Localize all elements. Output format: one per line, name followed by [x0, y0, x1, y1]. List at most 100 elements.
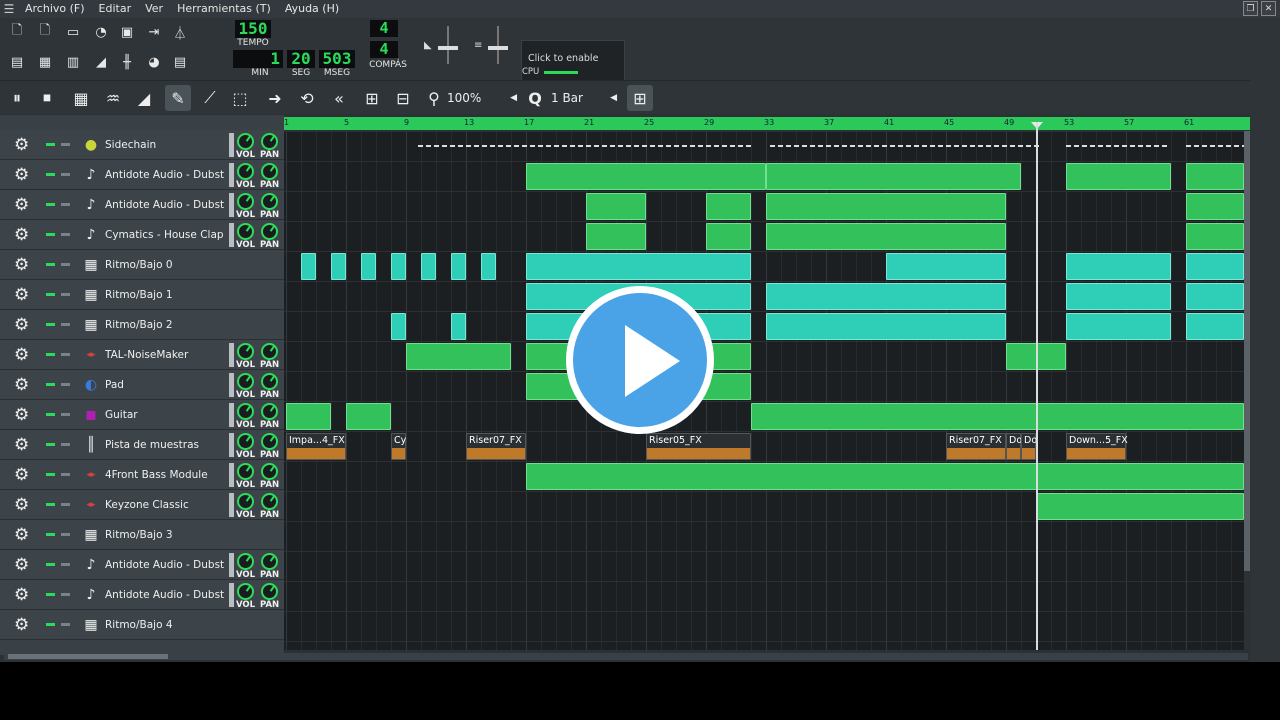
track-row[interactable]: ⚙ ▪ Guitar VOL PAN — [0, 400, 284, 430]
midi-pattern-clip[interactable] — [751, 403, 1244, 430]
close-icon[interactable]: ✕ — [1261, 1, 1276, 16]
solo-toggle[interactable] — [61, 473, 70, 476]
gear-icon[interactable]: ⚙ — [14, 526, 32, 544]
track-name[interactable]: Ritmo/Bajo 2 — [105, 310, 225, 340]
track-row[interactable]: ⚙ ♪ Antidote Audio - Dubst... VOL PAN — [0, 190, 284, 220]
midi-pattern-clip[interactable] — [766, 223, 1006, 250]
automation-editor-icon[interactable]: ◢ — [90, 51, 112, 73]
solo-toggle[interactable] — [61, 173, 70, 176]
midi-pattern-clip[interactable] — [526, 163, 766, 190]
gear-icon[interactable]: ⚙ — [14, 196, 32, 214]
playhead[interactable] — [1036, 122, 1038, 650]
solo-toggle[interactable] — [61, 203, 70, 206]
audio-sample-clip[interactable]: Riser05_FX — [646, 433, 751, 460]
midi-pattern-clip[interactable] — [1066, 163, 1171, 190]
midi-pattern-clip[interactable] — [286, 403, 331, 430]
menu-herramientas[interactable]: Herramientas (T) — [170, 0, 278, 18]
beat-pattern-clip[interactable] — [391, 253, 406, 280]
pan-knob[interactable] — [261, 553, 278, 570]
beat-pattern-clip[interactable] — [766, 283, 1006, 310]
volume-knob[interactable] — [237, 583, 254, 600]
track-row[interactable]: ⚙ ♪ Cymatics - House Clap 3 VOL PAN — [0, 220, 284, 250]
solo-toggle[interactable] — [61, 233, 70, 236]
insert-bar-icon[interactable]: ⊞ — [359, 85, 385, 111]
beat-pattern-clip[interactable] — [301, 253, 316, 280]
scroll-thumb[interactable] — [8, 654, 168, 659]
track-row[interactable]: ⚙ ♪ Antidote Audio - Dubst... VOL PAN — [0, 550, 284, 580]
pan-knob[interactable] — [261, 433, 278, 450]
metronome-icon[interactable]: ⏃ — [169, 21, 191, 43]
track-row[interactable]: ⚙ ◂▸ 4Front Bass Module VOL PAN — [0, 460, 284, 490]
mute-toggle[interactable] — [46, 323, 55, 326]
volume-knob[interactable] — [237, 193, 254, 210]
timeline-ruler[interactable]: 1 5 9 13 17 21 25 29 33 37 41 45 49 53 57 61 — [284, 117, 1250, 130]
solo-toggle[interactable] — [61, 383, 70, 386]
mute-toggle[interactable] — [46, 503, 55, 506]
track-name[interactable]: Antidote Audio - Dubst... — [105, 550, 225, 580]
new-project-icon[interactable]: 🗋 — [6, 21, 28, 43]
mute-toggle[interactable] — [46, 443, 55, 446]
track-name[interactable]: 4Front Bass Module — [105, 460, 225, 490]
gear-icon[interactable]: ⚙ — [14, 226, 32, 244]
pan-knob[interactable] — [261, 493, 278, 510]
track-name[interactable]: Ritmo/Bajo 1 — [105, 280, 225, 310]
volume-knob[interactable] — [237, 553, 254, 570]
audio-sample-clip[interactable]: Riser07_FX — [466, 433, 526, 460]
knife-mode-icon[interactable]: ⟋ — [197, 85, 223, 111]
loop-points-icon[interactable]: ⟲ — [294, 85, 320, 111]
midi-pattern-clip[interactable] — [766, 163, 1021, 190]
new-from-template-icon[interactable]: 🗋 — [34, 21, 56, 43]
snap-options-icon[interactable]: ⊞ — [627, 85, 653, 111]
track-name[interactable]: Antidote Audio - Dubst... — [105, 190, 225, 220]
midi-pattern-clip[interactable] — [406, 343, 511, 370]
auto-scroll-icon[interactable]: ➜ — [262, 85, 288, 111]
mute-toggle[interactable] — [46, 263, 55, 266]
solo-toggle[interactable] — [61, 323, 70, 326]
solo-toggle[interactable] — [61, 593, 70, 596]
track-name[interactable]: Cymatics - House Clap 3 — [105, 220, 225, 250]
gear-icon[interactable]: ⚙ — [14, 346, 32, 364]
track-name[interactable]: Antidote Audio - Dubst... — [105, 580, 225, 610]
audio-sample-clip[interactable]: Impa...4_FX — [286, 433, 346, 460]
draw-mode-icon[interactable]: ✎ — [165, 85, 191, 111]
gear-icon[interactable]: ⚙ — [14, 166, 32, 184]
quantize-select[interactable]: 1 Bar ◀ — [549, 89, 621, 107]
track-row[interactable]: ⚙ ║ Pista de muestras VOL PAN — [0, 430, 284, 460]
time-sig-denominator[interactable]: 4 — [370, 41, 398, 58]
solo-toggle[interactable] — [61, 443, 70, 446]
save-icon[interactable]: ▣ — [116, 21, 138, 43]
track-row[interactable]: ⚙ ▦ Ritmo/Bajo 0 — [0, 250, 284, 280]
video-play-button[interactable] — [566, 286, 714, 434]
beat-pattern-clip[interactable] — [1186, 253, 1244, 280]
gear-icon[interactable]: ⚙ — [14, 466, 32, 484]
mute-toggle[interactable] — [46, 173, 55, 176]
track-name[interactable]: Ritmo/Bajo 3 — [105, 520, 225, 550]
midi-pattern-clip[interactable] — [586, 193, 646, 220]
restore-icon[interactable]: ❐ — [1243, 1, 1258, 16]
midi-pattern-clip[interactable] — [1036, 493, 1244, 520]
volume-knob[interactable] — [237, 463, 254, 480]
pan-knob[interactable] — [261, 163, 278, 180]
mute-toggle[interactable] — [46, 143, 55, 146]
volume-knob[interactable] — [237, 433, 254, 450]
add-beat-track-icon[interactable]: ▦ — [68, 85, 94, 111]
track-row[interactable]: ⚙ ◂▸ Keyzone Classic VOL PAN — [0, 490, 284, 520]
solo-toggle[interactable] — [61, 263, 70, 266]
add-sample-track-icon[interactable]: ♒ — [100, 85, 126, 111]
horizontal-scrollbar[interactable] — [4, 653, 1248, 660]
pan-knob[interactable] — [261, 223, 278, 240]
song-editor-icon[interactable]: ▤ — [6, 51, 28, 73]
pan-knob[interactable] — [261, 463, 278, 480]
mute-toggle[interactable] — [46, 233, 55, 236]
solo-toggle[interactable] — [61, 623, 70, 626]
track-row[interactable]: ⚙ ♪ Antidote Audio - Dubst... VOL PAN — [0, 580, 284, 610]
stop-behaviour-icon[interactable]: « — [326, 85, 352, 111]
midi-pattern-clip[interactable] — [526, 463, 1244, 490]
select-mode-icon[interactable]: ⬚ — [227, 85, 253, 111]
mute-toggle[interactable] — [46, 203, 55, 206]
midi-pattern-clip[interactable] — [1186, 223, 1244, 250]
mute-toggle[interactable] — [46, 293, 55, 296]
audio-sample-clip[interactable]: Cy — [391, 433, 406, 460]
midi-pattern-clip[interactable] — [766, 193, 1006, 220]
mute-toggle[interactable] — [46, 383, 55, 386]
